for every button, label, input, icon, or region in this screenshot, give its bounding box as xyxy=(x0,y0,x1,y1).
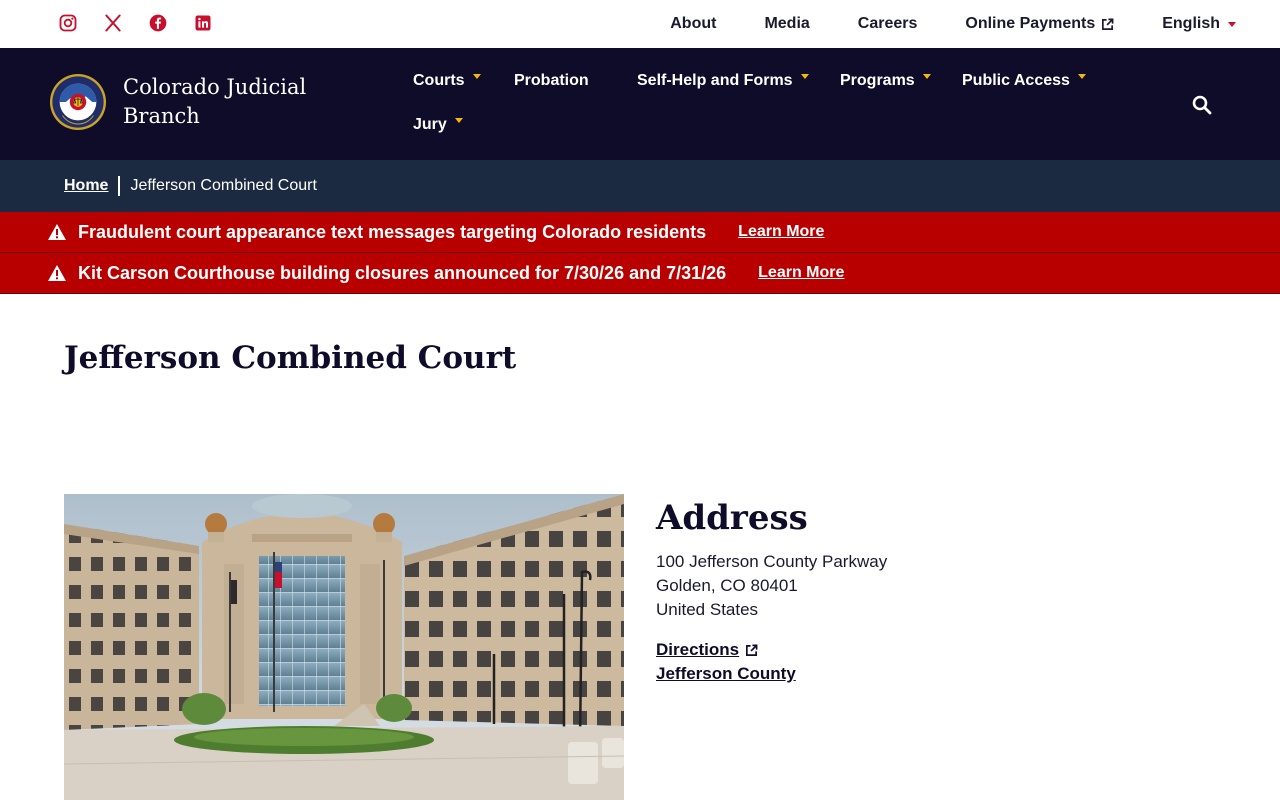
alert-learn-more-link[interactable]: Learn More xyxy=(758,264,844,282)
breadcrumb-current: Jefferson Combined Court xyxy=(130,177,317,194)
page-title: Jefferson Combined Court xyxy=(64,340,517,376)
chevron-down-icon xyxy=(1077,73,1086,79)
about-link[interactable]: About xyxy=(670,15,716,33)
nav-item-programs[interactable]: Programs xyxy=(840,72,931,90)
instagram-icon[interactable] xyxy=(57,12,79,34)
chevron-down-icon xyxy=(800,73,809,79)
alert-banner: Kit Carson Courthouse building closures … xyxy=(0,253,1280,294)
online-payments-label: Online Payments xyxy=(965,15,1096,32)
chevron-down-icon xyxy=(922,73,931,79)
main-header: Colorado Judicial Branch Courts Probatio… xyxy=(0,48,1280,160)
nav-item-jury[interactable]: Jury xyxy=(413,116,463,134)
brand-name: Colorado Judicial Branch xyxy=(123,73,323,131)
language-label: English xyxy=(1162,15,1220,32)
nav-item-probation[interactable]: Probation xyxy=(514,72,589,90)
facebook-icon[interactable] xyxy=(147,12,169,34)
utility-links: About Media Careers Online Payments Engl… xyxy=(622,0,1236,48)
nav-item-courts[interactable]: Courts xyxy=(413,72,481,90)
nav-item-public-access[interactable]: Public Access xyxy=(962,72,1086,90)
nav-probation-label: Probation xyxy=(514,72,589,89)
warning-icon xyxy=(48,224,66,240)
careers-link-label: Careers xyxy=(857,15,918,32)
colorado-courts-seal-icon xyxy=(49,73,107,131)
chevron-down-icon xyxy=(1228,21,1236,27)
directions-link[interactable]: Directions xyxy=(656,638,796,662)
x-twitter-icon[interactable] xyxy=(102,12,124,34)
chevron-down-icon xyxy=(454,117,463,123)
brand-home-link[interactable]: Colorado Judicial Branch xyxy=(49,73,323,131)
alert-text: Fraudulent court appearance text message… xyxy=(78,221,707,242)
about-link-label: About xyxy=(670,15,717,32)
address-block: 100 Jefferson County Parkway Golden, CO … xyxy=(656,550,887,622)
nav-public-access-label: Public Access xyxy=(962,72,1070,89)
address-heading: Address xyxy=(656,498,808,538)
nav-jury-label: Jury xyxy=(413,116,447,133)
utility-bar: About Media Careers Online Payments Engl… xyxy=(0,0,1280,48)
nav-courts-label: Courts xyxy=(413,72,465,89)
language-selector[interactable]: English xyxy=(1162,15,1236,33)
address-street: 100 Jefferson County Parkway xyxy=(656,552,888,571)
media-link-label: Media xyxy=(764,15,810,32)
media-link[interactable]: Media xyxy=(764,15,809,33)
nav-programs-label: Programs xyxy=(840,72,915,89)
directions-label: Directions xyxy=(656,640,740,659)
jefferson-county-label: Jefferson County xyxy=(656,664,796,683)
careers-link[interactable]: Careers xyxy=(858,15,918,33)
external-link-icon xyxy=(746,644,758,656)
breadcrumb-home-link[interactable]: Home xyxy=(64,177,108,195)
breadcrumb-separator xyxy=(118,176,121,196)
external-link-icon xyxy=(1102,18,1114,30)
breadcrumb: Home Jefferson Combined Court xyxy=(0,160,1280,212)
online-payments-link[interactable]: Online Payments xyxy=(965,15,1114,33)
warning-icon xyxy=(48,265,66,281)
jefferson-county-link[interactable]: Jefferson County xyxy=(656,662,796,686)
search-icon[interactable] xyxy=(1190,93,1214,117)
address-country: United States xyxy=(656,600,759,619)
brand-name-line2: Branch xyxy=(123,104,200,128)
nav-self-help-label: Self-Help and Forms xyxy=(637,72,793,89)
social-links xyxy=(57,12,214,34)
alert-banner: Fraudulent court appearance text message… xyxy=(0,212,1280,253)
address-city-state: Golden, CO 80401 xyxy=(656,576,798,595)
nav-item-self-help[interactable]: Self-Help and Forms xyxy=(637,72,809,90)
courthouse-photo xyxy=(64,494,624,800)
brand-name-line1: Colorado Judicial xyxy=(123,75,307,99)
linkedin-icon[interactable] xyxy=(192,12,214,34)
alert-text: Kit Carson Courthouse building closures … xyxy=(78,262,727,283)
chevron-down-icon xyxy=(472,73,481,79)
address-links: Directions Jefferson County xyxy=(656,638,796,686)
alert-learn-more-link[interactable]: Learn More xyxy=(738,223,824,241)
